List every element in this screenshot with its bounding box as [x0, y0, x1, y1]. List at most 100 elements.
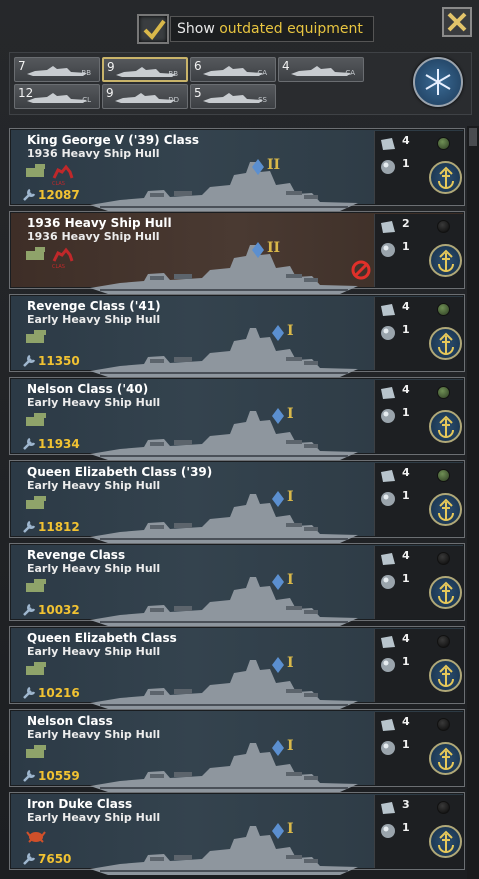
armor-slot-icon [380, 551, 396, 570]
armor-count: 4 [402, 383, 410, 396]
checkmark-icon [143, 19, 166, 41]
filter-tab-bb[interactable]: 9 BB [102, 57, 188, 82]
tech-tier: II [252, 240, 280, 262]
armor-slot-icon [380, 302, 396, 321]
ship-silhouette-icon [27, 66, 87, 76]
design-title: Revenge Class [27, 548, 126, 562]
cost-value: 11350 [38, 354, 80, 368]
admiral-assign-button[interactable] [429, 742, 462, 775]
role-icon [25, 162, 47, 182]
filter-type-label: DD [168, 96, 179, 104]
close-icon [447, 12, 467, 32]
filter-count: 4 [282, 59, 290, 73]
cost-value: 12087 [38, 188, 80, 202]
armor-slot-icon [380, 717, 396, 736]
admiral-assign-button[interactable] [429, 161, 462, 194]
admiral-assign-button[interactable] [429, 576, 462, 609]
admiral-assign-button[interactable] [429, 493, 462, 526]
status-indicator [437, 137, 450, 150]
battleship-silhouette [90, 494, 358, 543]
filter-type-label: BB [168, 70, 178, 78]
tier-value: I [287, 655, 294, 671]
design-card[interactable]: Nelson Class ('40) Early Heavy Ship Hull 1… [9, 377, 465, 460]
wrench-icon [23, 852, 36, 865]
status-indicator [437, 801, 450, 814]
design-card[interactable]: King George V ('39) Class 1936 Heavy Ship… [9, 128, 465, 211]
tier-value: I [287, 738, 294, 754]
armor-count: 2 [402, 217, 410, 230]
design-title: Queen Elizabeth Class [27, 631, 177, 645]
svg-text:CLAS: CLAS [52, 264, 65, 269]
tank-icon [26, 662, 46, 675]
design-card[interactable]: Revenge Class ('41) Early Heavy Ship Hull… [9, 294, 465, 377]
admiral-assign-button[interactable] [429, 410, 462, 443]
armor-plate-icon [381, 553, 395, 565]
armor-count: 4 [402, 466, 410, 479]
role-icon [25, 411, 47, 431]
design-card[interactable]: Iron Duke Class Early Heavy Ship Hull 7650… [9, 792, 465, 875]
tier-value: II [267, 157, 281, 173]
tier-value: I [287, 821, 294, 837]
filter-tab-cl[interactable]: 12 CL [14, 84, 100, 109]
armor-slot-icon [380, 634, 396, 653]
armor-plate-icon [381, 636, 395, 648]
admiral-assign-button[interactable] [429, 825, 462, 858]
design-card[interactable]: Queen Elizabeth Class ('39) Early Heavy S… [9, 460, 465, 543]
tech-tier: I [272, 821, 294, 843]
filter-type-label: CA [345, 69, 355, 77]
tank-icon [26, 330, 46, 343]
gun-count: 1 [402, 655, 410, 668]
design-card[interactable]: Queen Elizabeth Class Early Heavy Ship Hu… [9, 626, 465, 709]
new-design-button[interactable] [413, 57, 463, 107]
sphere-icon [381, 824, 395, 838]
ship-image [90, 655, 360, 715]
tier-value: I [287, 572, 294, 588]
admiral-assign-button[interactable] [429, 659, 462, 692]
design-card[interactable]: Revenge Class Early Heavy Ship Hull 10032 I… [9, 543, 465, 626]
ship-silhouette-icon [27, 93, 87, 103]
armor-count: 3 [402, 798, 410, 811]
anchor-icon [438, 830, 454, 853]
show-outdated-checkbox[interactable] [137, 14, 169, 44]
filter-tab-dd[interactable]: 9 DD [102, 84, 188, 109]
gun-slot-icon [380, 740, 396, 760]
role-icon [25, 494, 47, 514]
ship-silhouette-icon [291, 66, 351, 76]
filter-tab-ss[interactable]: 5 SS [190, 84, 276, 109]
ship-type-filters: 7 BB 9 BB 6 CA 4 CA 12 CL 9 DD 5 SS [9, 52, 472, 115]
sphere-icon [381, 409, 395, 423]
cost-value: 11812 [38, 520, 80, 534]
show-outdated-label[interactable]: Show outdated equipment [170, 16, 374, 42]
ship-image [90, 489, 360, 549]
wrench-icon [23, 686, 36, 699]
filter-count: 6 [194, 59, 202, 73]
gun-slot-icon [380, 657, 396, 677]
tank-icon [26, 413, 46, 426]
wrench-icon [23, 188, 36, 201]
filter-tab-ca[interactable]: 4 CA [278, 57, 364, 82]
armor-slot-icon [380, 385, 396, 404]
admiral-assign-button[interactable] [429, 244, 462, 277]
status-indicator [437, 635, 450, 648]
ship-image [90, 323, 360, 383]
tech-tier: I [272, 572, 294, 594]
ship-image [90, 572, 360, 632]
design-card[interactable]: 1936 Heavy Ship Hull 1936 Heavy Ship Hull… [9, 211, 465, 294]
cost-value: 11934 [38, 437, 80, 451]
design-title: 1936 Heavy Ship Hull [27, 216, 172, 230]
scrollbar[interactable] [467, 126, 479, 879]
sphere-icon [381, 326, 395, 340]
filter-tab-bb[interactable]: 7 BB [14, 57, 100, 82]
filter-type-label: CA [257, 69, 267, 77]
admiral-assign-button[interactable] [429, 327, 462, 360]
close-button[interactable] [442, 7, 472, 37]
gun-slot-icon [380, 242, 396, 262]
filter-tab-ca[interactable]: 6 CA [190, 57, 276, 82]
camel-flag-icon: CLAS [52, 247, 74, 270]
battleship-silhouette [90, 743, 358, 792]
design-card[interactable]: Nelson Class Early Heavy Ship Hull 10559 I 4… [9, 709, 465, 792]
status-indicator [437, 303, 450, 316]
scroll-thumb[interactable] [469, 128, 477, 146]
battleship-silhouette [90, 328, 358, 377]
sphere-icon [381, 492, 395, 506]
